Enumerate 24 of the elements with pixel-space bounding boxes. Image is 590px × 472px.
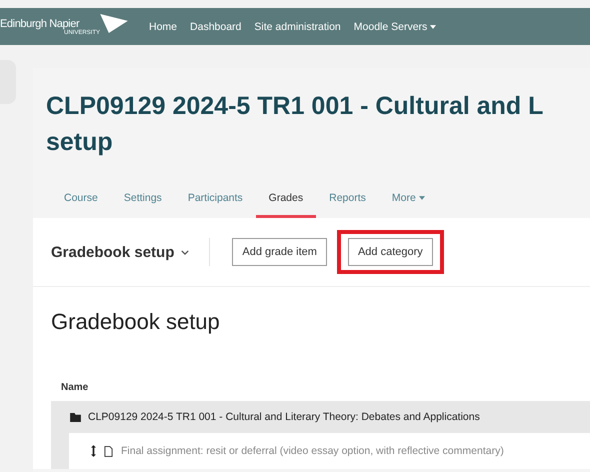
gradebook-selector[interactable]: Gradebook setup	[51, 244, 190, 260]
chevron-icon	[181, 250, 190, 254]
folder-icon	[70, 412, 81, 422]
add-button[interactable]: Add grade item	[232, 238, 327, 266]
logo-name: Edinburgh Napier	[0, 18, 80, 30]
nav-link[interactable]: Dashboard	[190, 20, 242, 32]
section-heading: Gradebook setup	[50, 308, 221, 336]
course-title: CLP09129 2024-5 TR1 001 - Cultural and L	[46, 91, 544, 122]
add-button[interactable]: Add category	[348, 238, 433, 266]
course-title-continuation: setup	[46, 127, 113, 158]
nav-link[interactable]: Site administration	[254, 20, 341, 32]
nav-tab[interactable]: Participants	[174, 186, 256, 218]
category-name: CLP09129 2024-5 TR1 001 - Cultural and Literary Theory: Debates and Applications	[88, 411, 480, 423]
nav-tab[interactable]: Course	[51, 186, 111, 218]
nav-link[interactable]: Moodle Servers	[354, 20, 436, 32]
move-icon[interactable]	[91, 445, 96, 457]
nav-tab[interactable]: Reports	[316, 186, 379, 218]
document-icon	[104, 446, 113, 456]
nav-link[interactable]: Home	[149, 20, 178, 32]
grade-item-name: Final assignment: resit or deferral (video essay option, with reflective commentary)	[121, 445, 504, 457]
nav-tab[interactable]: More	[378, 186, 438, 218]
flag-icon	[100, 14, 128, 32]
nav-tab[interactable]: Settings	[110, 186, 175, 218]
column-header: Name	[61, 382, 88, 392]
